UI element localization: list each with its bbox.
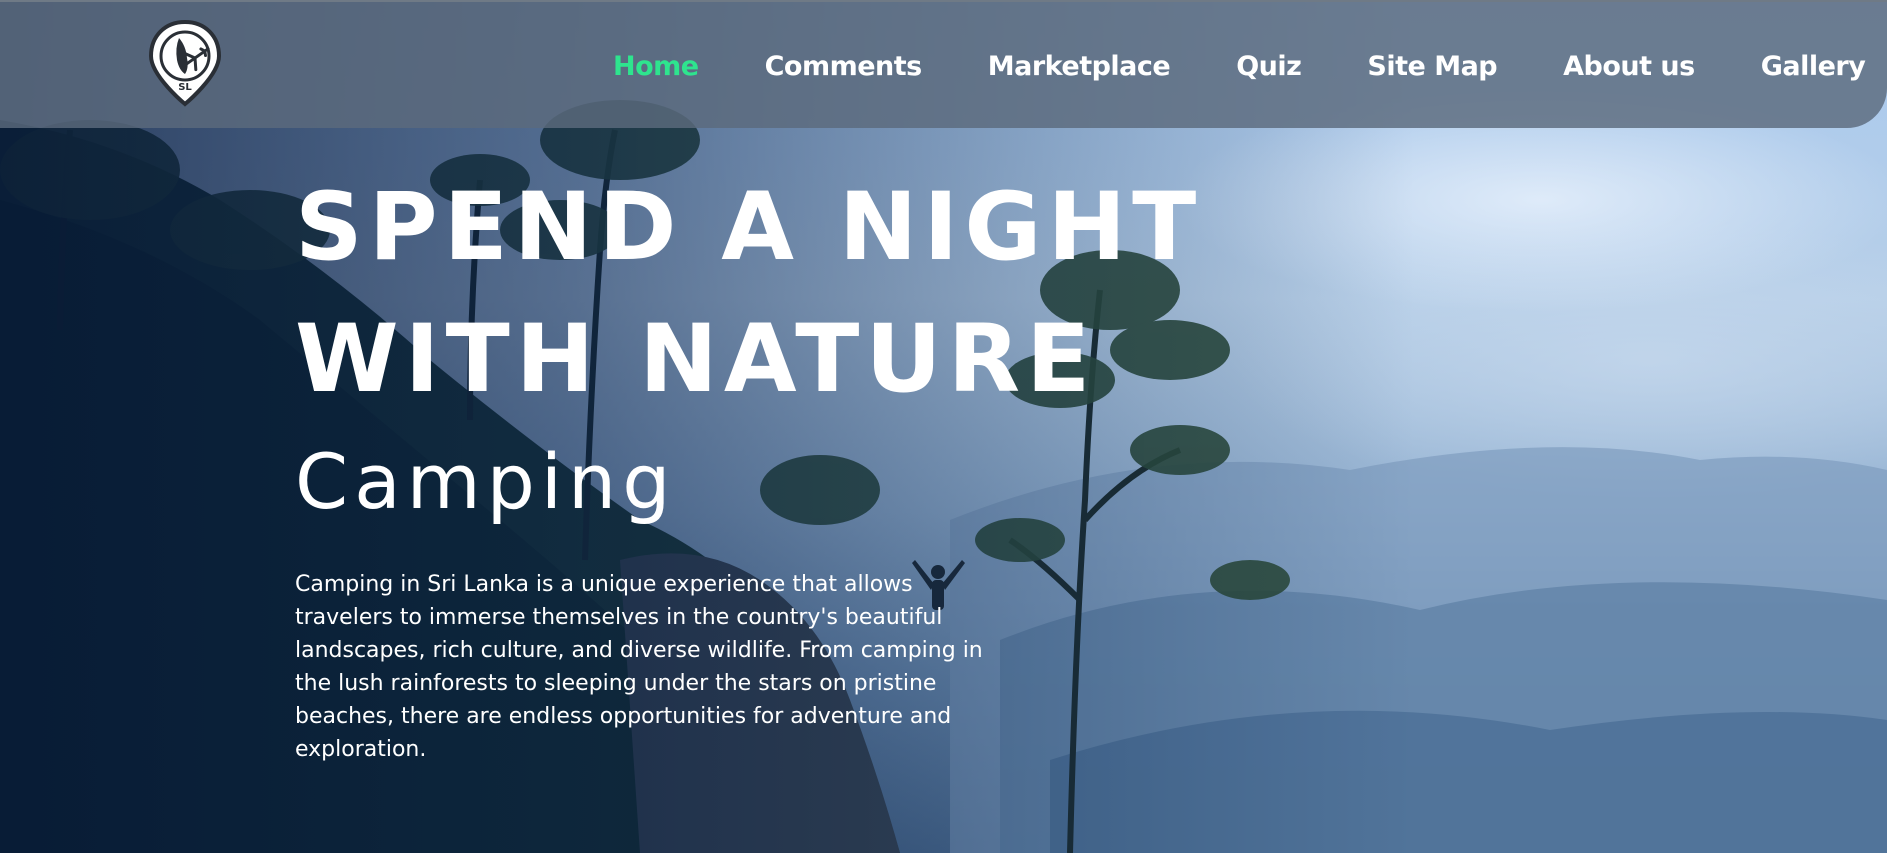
hero-title: SPEND A NIGHT WITH NATURE bbox=[295, 162, 1495, 426]
nav-item-comments[interactable]: Comments bbox=[732, 51, 955, 82]
hero-title-line-1: SPEND A NIGHT bbox=[295, 173, 1203, 282]
hero-description: Camping in Sri Lanka is a unique experie… bbox=[295, 572, 983, 762]
nav-item-marketplace[interactable]: Marketplace bbox=[955, 51, 1203, 82]
nav-item-home[interactable]: Home bbox=[580, 51, 732, 82]
logo-text: SL bbox=[178, 82, 192, 93]
hero-content: SPEND A NIGHT WITH NATURE Camping Campin… bbox=[295, 162, 1495, 766]
site-logo[interactable]: SL bbox=[145, 18, 225, 108]
nav-links: Home Comments Marketplace Quiz Site Map … bbox=[580, 2, 1887, 130]
nav-item-site-map[interactable]: Site Map bbox=[1334, 51, 1530, 82]
nav-item-about-us[interactable]: About us bbox=[1530, 51, 1728, 82]
top-navbar: SL Home Comments Marketplace Quiz Site M… bbox=[0, 0, 1887, 128]
hero-subtitle: Camping bbox=[295, 437, 677, 526]
hero-title-line-2: WITH NATURE bbox=[295, 305, 1097, 414]
nav-item-quiz[interactable]: Quiz bbox=[1203, 51, 1334, 82]
nav-item-gallery[interactable]: Gallery bbox=[1728, 51, 1887, 82]
map-pin-airplane-icon: SL bbox=[148, 19, 222, 107]
hero-section: SL Home Comments Marketplace Quiz Site M… bbox=[0, 0, 1887, 853]
